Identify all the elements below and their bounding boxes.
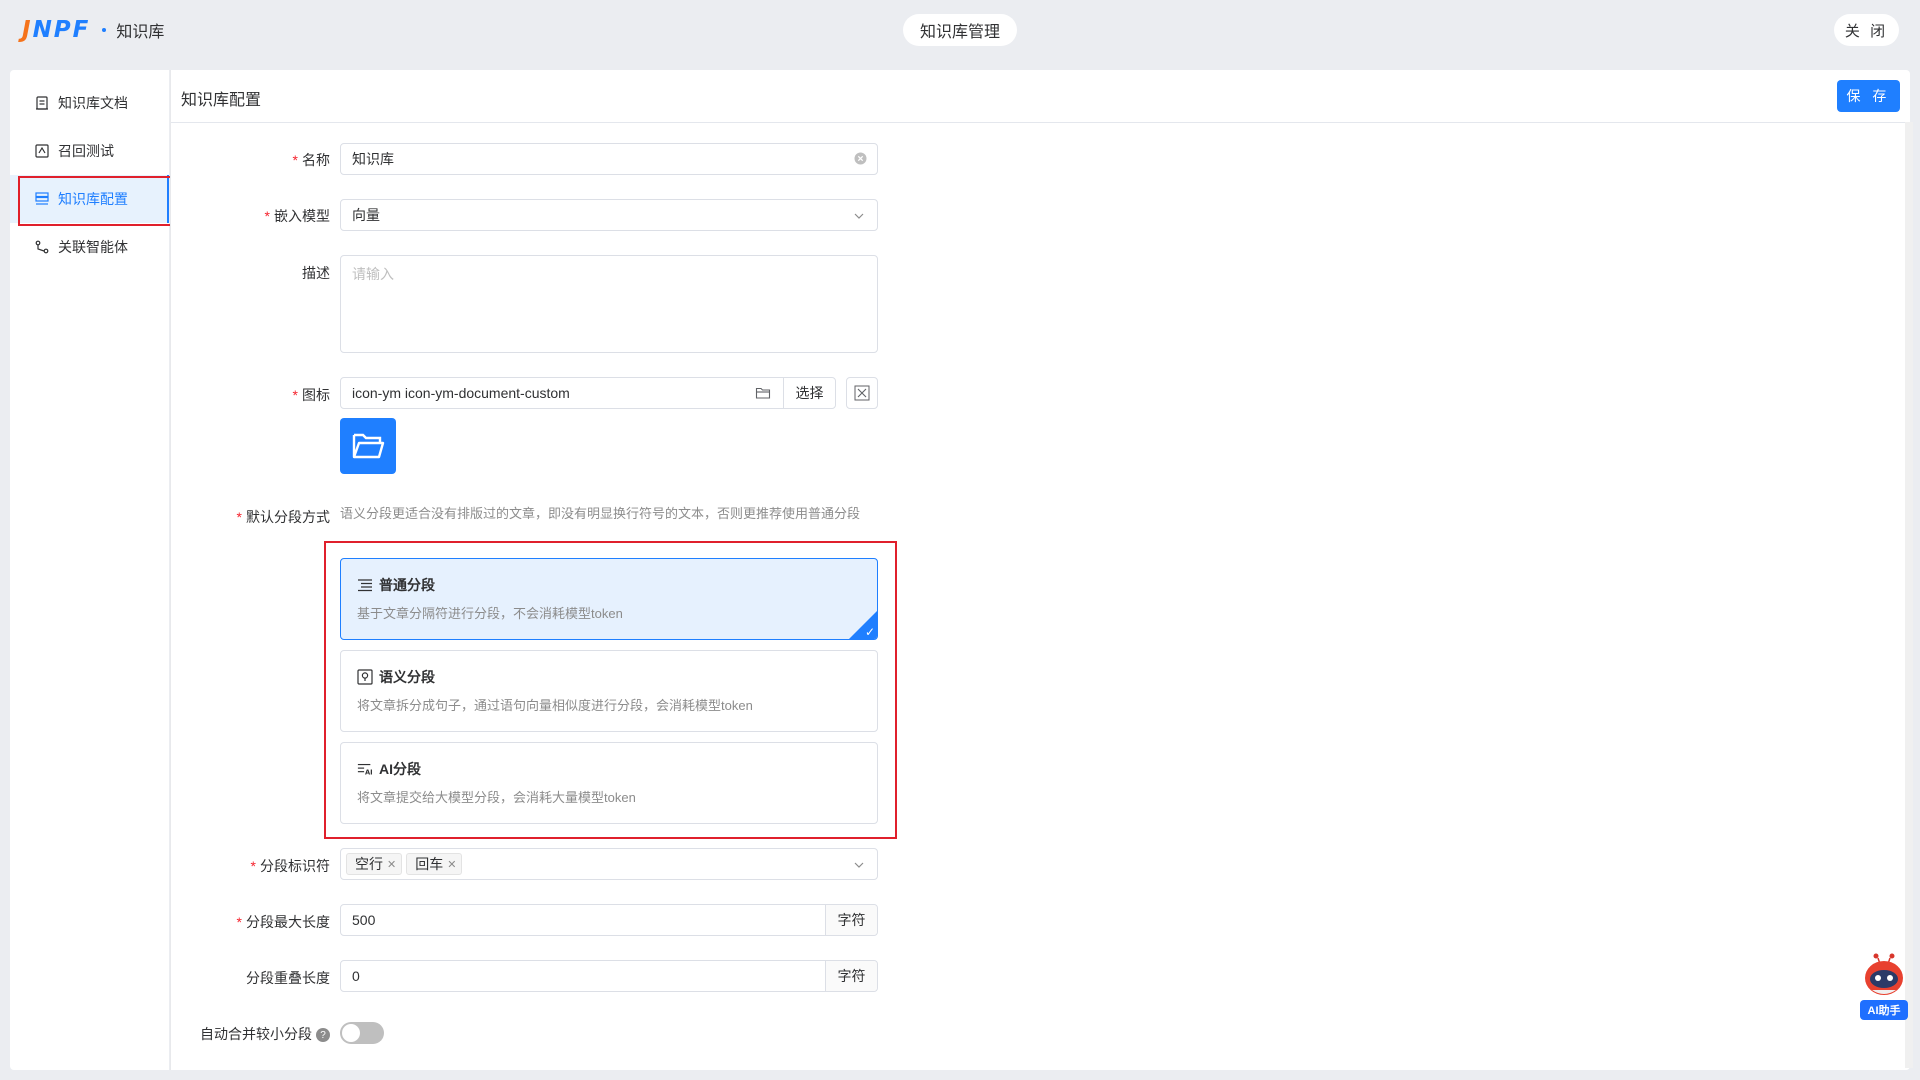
page-title: 知识库配置 (181, 92, 262, 109)
auto-merge-label: 自动合并较小分段? (130, 1024, 330, 1044)
max-length-value: 500 (352, 912, 376, 928)
knowledge-base-manage-tab[interactable]: 知识库管理 (903, 14, 1017, 46)
ai-text-icon: AI (357, 761, 373, 777)
segment-option-desc: 将文章提交给大模型分段，会消耗大量模型token (357, 790, 636, 805)
overlap-length-value: 0 (352, 968, 360, 984)
description-label: 描述 (302, 265, 330, 281)
max-length-input[interactable]: 500 字符 (340, 904, 878, 936)
logo-wordmark: JNPF (22, 17, 91, 43)
clear-icon[interactable] (854, 152, 867, 168)
unit-addon: 字符 (825, 905, 877, 935)
checkmark-icon: ✓ (864, 625, 875, 639)
required-mark: * (236, 914, 242, 930)
overlap-length-label: 分段重叠长度 (246, 970, 330, 986)
icon-value: icon-ym icon-ym-document-custom (352, 385, 570, 401)
svg-text:AI: AI (365, 768, 373, 776)
separator-select[interactable]: 空行 ✕ 回车 ✕ (340, 848, 878, 880)
required-mark: * (264, 208, 270, 224)
required-mark: * (292, 387, 298, 403)
sidebar-item-documents[interactable]: 知识库文档 (10, 79, 169, 127)
segment-option-ai[interactable]: AI AI分段 将文章提交给大模型分段，会消耗大量模型token (340, 742, 878, 824)
embed-model-label: * 嵌入模型 (264, 208, 330, 224)
separator-tag[interactable]: 空行 ✕ (346, 853, 403, 875)
segment-option-title: 普通分段 (379, 577, 435, 593)
top-bar: JNPF 知识库 知识库管理 关 闭 (0, 0, 1920, 60)
scrollbar[interactable] (1905, 122, 1913, 1068)
app-name: 知识库 (116, 24, 165, 41)
chevron-down-icon (853, 858, 865, 874)
help-icon[interactable]: ? (316, 1028, 330, 1043)
icon-input[interactable]: icon-ym icon-ym-document-custom 选择 (340, 377, 836, 409)
unit-addon: 字符 (825, 961, 877, 991)
name-label: * 名称 (292, 152, 330, 168)
sidebar-item-label: 知识库配置 (58, 191, 128, 207)
folder-open-icon (352, 433, 385, 459)
logo-separator-dot (102, 28, 107, 32)
config-icon (34, 191, 50, 207)
icon-clear-button[interactable] (846, 377, 878, 409)
description-textarea[interactable]: 请输入 (340, 255, 878, 353)
segment-option-title: AI分段 (379, 761, 421, 777)
list-icon (357, 577, 373, 593)
icon-label: * 图标 (292, 387, 330, 403)
ai-assistant-label: AI助手 (1860, 1000, 1908, 1020)
sidebar-item-label: 召回测试 (58, 143, 114, 159)
separator-label: * 分段标识符 (250, 858, 330, 874)
chevron-down-icon (853, 209, 865, 225)
sidebar-item-label: 知识库文档 (58, 95, 128, 111)
agent-link-icon (34, 239, 50, 255)
main-header: 知识库配置 保 存 (171, 70, 1911, 123)
icon-select-button[interactable]: 选择 (783, 378, 835, 408)
separator-tag[interactable]: 回车 ✕ (406, 853, 463, 875)
description-placeholder: 请输入 (352, 266, 394, 282)
segment-option-normal[interactable]: 普通分段 基于文章分隔符进行分段，不会消耗模型token ✓ (340, 558, 878, 640)
name-input[interactable]: 知识库 (340, 143, 878, 175)
switch-knob (342, 1024, 360, 1042)
segment-option-desc: 将文章拆分成句子，通过语句向量相似度进行分段，会消耗模型token (357, 698, 753, 713)
close-box-icon (854, 385, 870, 401)
max-length-label: * 分段最大长度 (236, 914, 330, 930)
icon-preview (340, 418, 396, 474)
segment-mode-description: 语义分段更适合没有排版过的文章，即没有明显换行符号的文本，否则更推荐使用普通分段 (340, 506, 861, 521)
folder-icon[interactable] (755, 385, 771, 404)
semantic-icon (357, 669, 373, 685)
robot-icon (1865, 953, 1903, 995)
required-mark: * (292, 152, 298, 168)
embed-model-select[interactable]: 向量 (340, 199, 878, 231)
tag-close-icon[interactable]: ✕ (447, 858, 456, 871)
document-icon (34, 95, 50, 111)
required-mark: * (236, 509, 242, 525)
recall-test-icon (34, 143, 50, 159)
auto-merge-switch[interactable] (340, 1022, 384, 1044)
embed-model-value: 向量 (352, 207, 380, 223)
segment-option-desc: 基于文章分隔符进行分段，不会消耗模型token (357, 606, 623, 621)
close-button[interactable]: 关 闭 (1834, 14, 1899, 46)
segment-mode-label: * 默认分段方式 (236, 509, 330, 525)
required-mark: * (250, 858, 256, 874)
ai-assistant-button[interactable]: AI助手 (1856, 950, 1912, 1020)
name-value: 知识库 (352, 151, 394, 167)
overlap-length-input[interactable]: 0 字符 (340, 960, 878, 992)
segment-option-semantic[interactable]: 语义分段 将文章拆分成句子，通过语句向量相似度进行分段，会消耗模型token (340, 650, 878, 732)
save-button[interactable]: 保 存 (1837, 80, 1900, 112)
tag-close-icon[interactable]: ✕ (387, 858, 396, 871)
segment-option-title: 语义分段 (379, 669, 435, 685)
sidebar-item-label: 关联智能体 (58, 239, 128, 255)
logo: JNPF 知识库 (22, 17, 164, 43)
